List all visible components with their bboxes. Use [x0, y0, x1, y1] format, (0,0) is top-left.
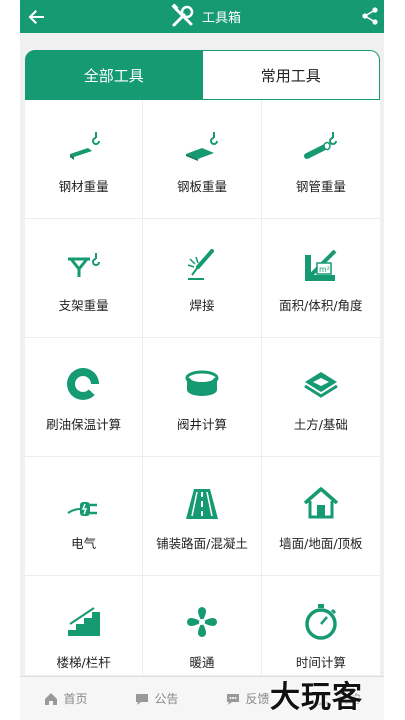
tool-road-paving[interactable]: 铺装路面/混凝土 [143, 457, 262, 576]
chat-bubble-icon [136, 693, 149, 705]
tool-label: 钢材重量 [58, 179, 109, 194]
tool-steel-pipe-weight[interactable]: 钢管重量 [261, 100, 380, 219]
steel-pipe-weight-icon [303, 132, 337, 159]
tool-label: 土方/基础 [293, 417, 348, 432]
top-bar: 工具箱 [20, 0, 384, 33]
tool-label: 支架重量 [58, 298, 109, 313]
page-title: 工具箱 [202, 10, 242, 26]
road-paving-icon [185, 489, 218, 519]
tool-stairs-railing[interactable]: 楼梯/栏杆 [25, 576, 144, 675]
tool-label: 面积/体积/角度 [279, 298, 363, 313]
nav-announcement[interactable]: 公告 [111, 677, 202, 720]
steel-bar-weight-icon [69, 132, 100, 160]
paint-insulation-icon [66, 368, 100, 400]
app-frame: 工具箱 全部工具 常用工具 钢材重量 钢板重量 钢管重量 支架重量 焊接 m² … [20, 0, 384, 720]
back-arrow-icon[interactable] [24, 5, 48, 29]
tool-earthwork[interactable]: 土方/基础 [261, 338, 380, 457]
fan-icon [186, 607, 217, 637]
tool-label: 刷油保温计算 [46, 417, 122, 432]
home-icon [45, 692, 58, 705]
title-group: 工具箱 [170, 3, 241, 29]
tool-label: 钢管重量 [295, 179, 346, 194]
area-volume-angle-icon: m² [304, 249, 337, 281]
tool-label: 暖通 [189, 655, 215, 670]
tool-area-volume-angle[interactable]: m² 面积/体积/角度 [261, 219, 380, 338]
tool-label: 电气 [71, 536, 97, 551]
tab-bar: 全部工具 常用工具 [25, 50, 380, 102]
nav-label: 公告 [154, 692, 179, 706]
tool-label: 阀井计算 [176, 417, 227, 432]
tool-valve-well[interactable]: 阀井计算 [143, 338, 262, 457]
tab-all-tools[interactable]: 全部工具 [25, 50, 203, 100]
house-icon [303, 487, 338, 519]
nav-label: 首页 [63, 692, 88, 706]
share-icon[interactable] [360, 6, 380, 26]
watermark: 大玩客 [270, 680, 363, 715]
tool-grid: 钢材重量 钢板重量 钢管重量 支架重量 焊接 m² 面积/体积/角度 刷油保温计… [25, 100, 380, 675]
nav-home[interactable]: 首页 [20, 677, 111, 720]
tools-icon [171, 3, 194, 27]
bracket-weight-icon [67, 253, 100, 277]
nav-label: 反馈 [245, 692, 270, 706]
valve-well-icon [185, 370, 219, 396]
tool-label: 焊接 [189, 298, 215, 313]
tool-label: 时间计算 [295, 655, 346, 670]
tool-electric[interactable]: 电气 [25, 457, 144, 576]
tool-bracket-weight[interactable]: 支架重量 [25, 219, 144, 338]
tab-common-tools[interactable]: 常用工具 [202, 50, 380, 100]
earthwork-icon [304, 372, 338, 398]
stopwatch-icon [305, 604, 337, 640]
tool-steel-bar-weight[interactable]: 钢材重量 [25, 100, 144, 219]
tool-hvac[interactable]: 暖通 [143, 576, 262, 675]
tool-label: 墙面/地面/顶板 [279, 536, 363, 551]
tool-time-calc[interactable]: 时间计算 [262, 576, 380, 675]
tool-label: 铺装路面/混凝土 [156, 536, 248, 551]
electric-plug-icon [67, 502, 97, 516]
tool-wall-floor-ceiling[interactable]: 墙面/地面/顶板 [261, 457, 380, 576]
tool-paint-insulation[interactable]: 刷油保温计算 [25, 338, 144, 457]
feedback-icon [227, 693, 240, 705]
tool-welding[interactable]: 焊接 [143, 219, 262, 338]
steel-plate-weight-icon [185, 132, 218, 161]
tool-label: 钢板重量 [176, 179, 227, 194]
welding-icon [187, 249, 214, 280]
tool-steel-plate-weight[interactable]: 钢板重量 [143, 100, 262, 219]
tool-label: 楼梯/栏杆 [56, 655, 111, 670]
svg-text:m²: m² [319, 265, 330, 274]
stairs-icon [67, 607, 100, 636]
